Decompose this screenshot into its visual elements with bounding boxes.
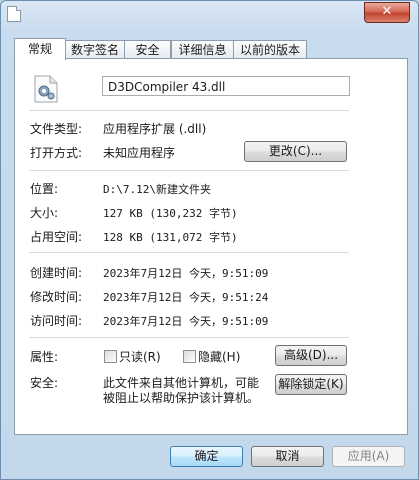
file-icon: [7, 6, 21, 22]
cancel-button[interactable]: 取消: [251, 446, 324, 467]
readonly-label[interactable]: 只读(R): [119, 348, 161, 365]
accessed-value: 2023年7月12日 今天，9:51:09: [103, 315, 269, 328]
size-label: 大小:: [30, 206, 59, 220]
separator: [29, 337, 349, 338]
close-button[interactable]: ✕: [364, 2, 410, 23]
hidden-label[interactable]: 隐藏(H): [198, 348, 240, 365]
separator: [29, 252, 349, 253]
apply-button[interactable]: 应用(A): [332, 446, 405, 467]
change-button[interactable]: 更改(C)...: [244, 141, 347, 162]
location-value: D:\7.12\新建文件夹: [103, 183, 211, 196]
dll-gear-file-icon: [34, 75, 58, 103]
modified-value: 2023年7月12日 今天，9:51:24: [103, 291, 269, 304]
size-value: 127 KB (130,232 字节): [103, 207, 238, 220]
tab-security[interactable]: 安全: [124, 40, 171, 59]
security-label: 安全:: [30, 376, 59, 390]
filename-field[interactable]: D3DCompiler 43.dll: [102, 76, 350, 96]
hidden-checkbox[interactable]: [183, 350, 196, 363]
ok-button[interactable]: 确定: [170, 446, 243, 467]
size-on-disk-value: 128 KB (131,072 字节): [103, 231, 238, 244]
tab-digital-signature[interactable]: 数字签名: [65, 40, 125, 59]
general-panel: D3DCompiler 43.dll 文件类型: 应用程序扩展 (.dll) 打…: [14, 58, 408, 435]
separator: [29, 170, 349, 171]
attributes-label: 属性:: [30, 350, 59, 364]
separator: [29, 110, 349, 111]
tab-details[interactable]: 详细信息: [171, 40, 234, 59]
properties-window: ✕ 常规 数字签名 安全 详细信息 以前的版本 D3DCompiler 43.d…: [0, 0, 419, 480]
readonly-checkbox[interactable]: [104, 350, 117, 363]
created-label: 创建时间:: [30, 266, 83, 280]
accessed-label: 访问时间:: [30, 314, 83, 328]
file-type-label: 文件类型:: [30, 122, 83, 136]
security-text-line2: 被阻止以帮助保护该计算机。: [103, 391, 260, 405]
location-label: 位置:: [30, 182, 59, 196]
advanced-button[interactable]: 高级(D)...: [275, 345, 347, 366]
open-with-label: 打开方式:: [30, 146, 83, 160]
unblock-button[interactable]: 解除锁定(K): [275, 374, 347, 395]
file-type-value: 应用程序扩展 (.dll): [103, 122, 207, 136]
size-on-disk-label: 占用空间:: [30, 230, 83, 244]
open-with-value: 未知应用程序: [103, 146, 176, 160]
tab-previous-versions[interactable]: 以前的版本: [233, 40, 307, 59]
modified-label: 修改时间:: [30, 290, 83, 304]
created-value: 2023年7月12日 今天，9:51:09: [103, 267, 269, 280]
tab-general[interactable]: 常规: [14, 38, 66, 60]
